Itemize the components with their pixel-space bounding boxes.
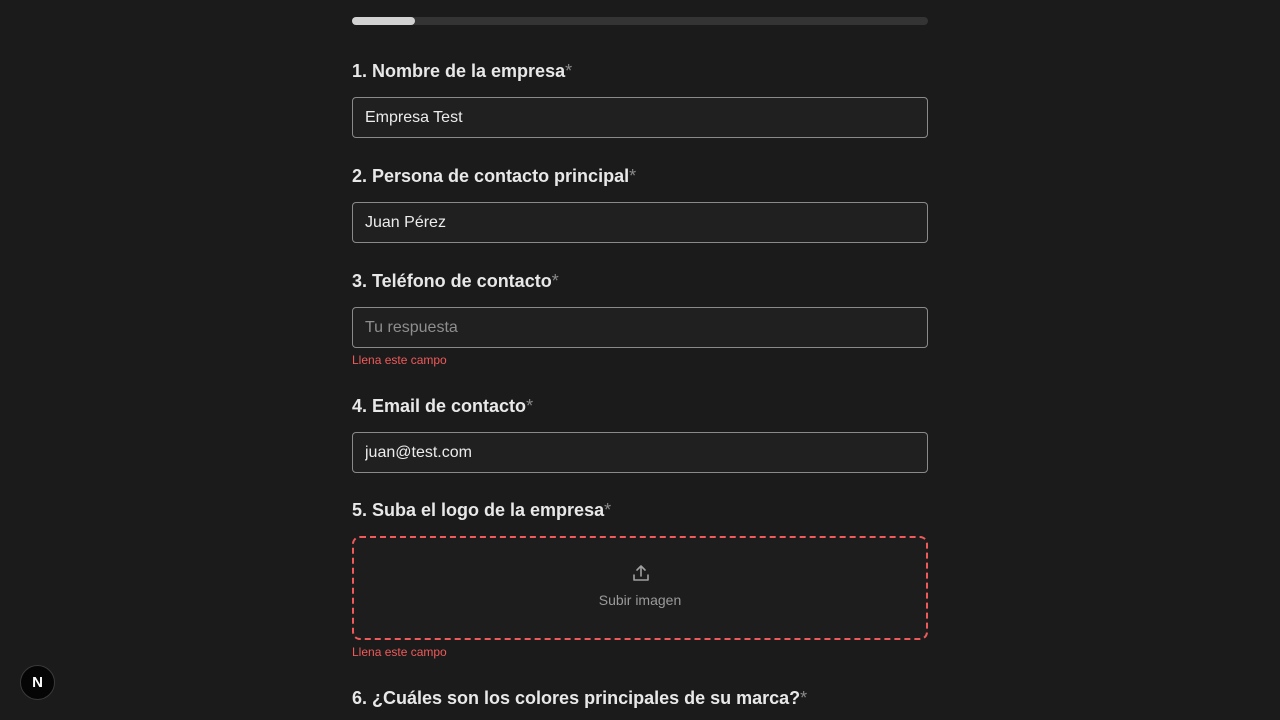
question-5-label: 5. Suba el logo de la empresa* xyxy=(352,499,611,521)
logo-upload-dropzone[interactable]: Subir imagen xyxy=(352,536,928,640)
question-3-label: 3. Teléfono de contacto* xyxy=(352,270,559,292)
required-mark: * xyxy=(551,271,559,291)
question-2-text: 2. Persona de contacto principal xyxy=(352,166,630,186)
question-4-text: 4. Email de contacto xyxy=(352,396,527,416)
question-4-label: 4. Email de contacto* xyxy=(352,395,533,417)
progress-bar-fill xyxy=(352,17,416,25)
nextjs-logo-icon: N xyxy=(32,674,43,691)
phone-error-message: Llena este campo xyxy=(352,353,447,367)
required-mark: * xyxy=(565,61,573,81)
company-name-input[interactable] xyxy=(352,97,928,138)
question-1-text: 1. Nombre de la empresa xyxy=(352,61,566,81)
logo-error-message: Llena este campo xyxy=(352,645,447,659)
nextjs-dev-tools-button[interactable]: N xyxy=(20,665,55,700)
progress-bar xyxy=(352,17,928,25)
upload-image-label: Subir imagen xyxy=(598,592,682,608)
question-3-text: 3. Teléfono de contacto xyxy=(352,271,552,291)
contact-email-input[interactable] xyxy=(352,432,928,473)
question-1-label: 1. Nombre de la empresa* xyxy=(352,60,572,82)
required-mark: * xyxy=(604,500,612,520)
required-mark: * xyxy=(526,396,534,416)
question-6-text: 6. ¿Cuáles son los colores principales d… xyxy=(352,688,801,708)
required-mark: * xyxy=(629,166,637,186)
upload-icon xyxy=(633,565,649,581)
contact-phone-input[interactable] xyxy=(352,307,928,348)
contact-person-input[interactable] xyxy=(352,202,928,243)
question-6-label: 6. ¿Cuáles son los colores principales d… xyxy=(352,687,807,709)
question-2-label: 2. Persona de contacto principal* xyxy=(352,165,636,187)
question-5-text: 5. Suba el logo de la empresa xyxy=(352,500,605,520)
required-mark: * xyxy=(800,688,808,708)
